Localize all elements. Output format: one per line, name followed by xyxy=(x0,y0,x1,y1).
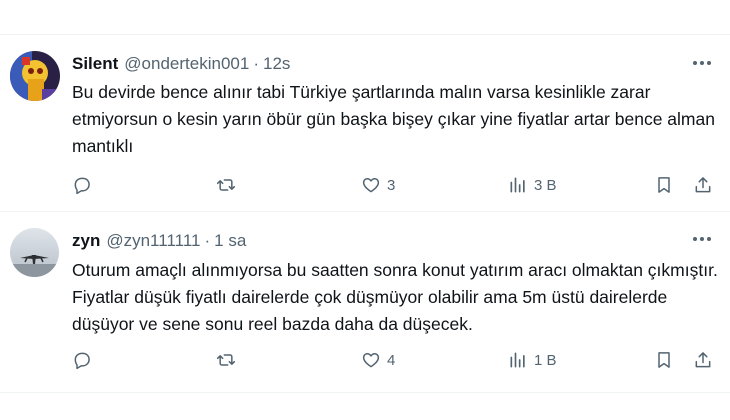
reply-button[interactable] xyxy=(72,173,92,197)
timestamp[interactable]: 12s xyxy=(263,54,290,74)
share-button[interactable] xyxy=(693,173,713,197)
tweet[interactable]: Silent @ondertekin001 · 12s Bu devirde b… xyxy=(0,35,730,212)
bookmark-button[interactable] xyxy=(654,173,674,197)
views-icon xyxy=(510,352,525,368)
display-name[interactable]: Silent xyxy=(72,54,118,74)
tweet-header: Silent @ondertekin001 · 12s xyxy=(72,52,290,76)
reply-button[interactable] xyxy=(72,348,92,372)
share-icon xyxy=(695,177,711,193)
avatar[interactable] xyxy=(10,228,59,277)
retweet-icon xyxy=(216,179,236,191)
views-count: 3 B xyxy=(534,176,557,194)
bookmark-button[interactable] xyxy=(654,348,674,372)
retweet-button[interactable] xyxy=(216,348,236,372)
separator-dot: · xyxy=(204,231,211,250)
tweet-text: Bu devirde bence alınır tabi Türkiye şar… xyxy=(72,82,715,156)
like-count: 4 xyxy=(387,351,396,369)
tweet-text: Oturum amaçlı alınmıyorsa bu saatten son… xyxy=(72,260,718,334)
share-button[interactable] xyxy=(693,348,713,372)
action-bar: 3 3 B xyxy=(72,173,717,197)
retweet-button[interactable] xyxy=(216,173,236,197)
views-button[interactable]: 1 B xyxy=(508,348,557,372)
views-button[interactable]: 3 B xyxy=(508,173,557,197)
user-handle[interactable]: @zyn111111 xyxy=(106,231,200,251)
tweet[interactable]: zyn @zyn111111 · 1 sa Oturum amaçlı alın… xyxy=(0,213,730,393)
timestamp[interactable]: 1 sa xyxy=(214,231,246,251)
action-bar: 4 1 B xyxy=(72,348,717,372)
separator-dot: · xyxy=(253,54,259,73)
like-count: 3 xyxy=(387,176,396,194)
reply-icon xyxy=(74,352,90,370)
more-icon[interactable] xyxy=(690,229,714,249)
like-icon xyxy=(362,178,380,193)
bookmark-icon xyxy=(658,177,670,193)
avatar[interactable] xyxy=(10,51,60,101)
display-name[interactable]: zyn xyxy=(72,231,100,251)
bookmark-icon xyxy=(658,352,670,368)
more-icon[interactable] xyxy=(690,53,714,73)
reply-icon xyxy=(74,177,90,195)
views-count: 1 B xyxy=(534,351,557,369)
user-handle[interactable]: @ondertekin001 xyxy=(124,54,249,74)
retweet-icon xyxy=(216,354,236,366)
views-icon xyxy=(510,177,525,193)
share-icon xyxy=(695,352,711,368)
like-button[interactable]: 4 xyxy=(361,348,395,372)
like-button[interactable]: 3 xyxy=(361,173,395,197)
like-icon xyxy=(362,353,380,368)
tweet-header: zyn @zyn111111 · 1 sa xyxy=(72,229,246,253)
